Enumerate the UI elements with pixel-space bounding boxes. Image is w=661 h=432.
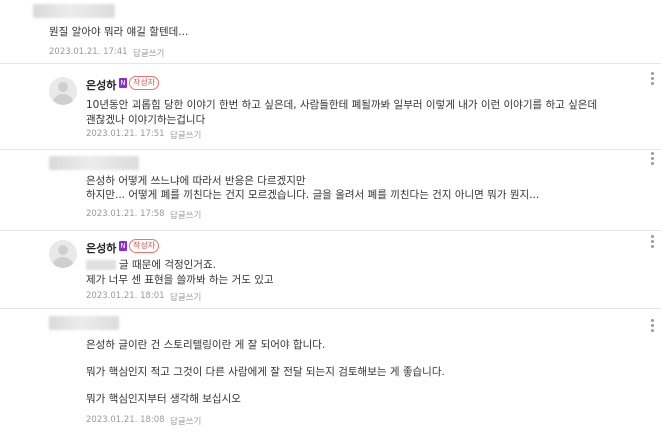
comment-text: 제가 너무 센 표현을 쓸까봐 하는 거도 있고 — [86, 274, 274, 286]
reply-button[interactable]: 답글쓰기 — [170, 209, 201, 221]
comment-text: 뭔질 알아야 뭐라 얘길 할텐데... — [49, 26, 189, 38]
comment-text: 뭐가 핵심인지 적고 그것이 다른 사람에게 잘 전달 되는지 검토해보는 게 … — [86, 366, 445, 378]
comment-date: 2023.01.21. 18:08 — [86, 415, 165, 425]
member-badge-icon: N — [119, 78, 127, 88]
comment-text: 뭐가 핵심인지부터 생각해 보십시오 — [86, 393, 241, 405]
comment-text: 괜찮겠나 이야기하는겁니다 — [86, 114, 206, 126]
comment-author[interactable]: 은성하 — [86, 77, 116, 93]
reply-comment-item: 은성하 N 작성자 글 때문에 걱정인거죠. 제가 너무 센 표현을 쓸까봐 하… — [0, 231, 661, 307]
reply-comment-item: 은성하 글이란 건 스토리텔링이란 게 잘 되어야 합니다. 뭐가 핵심인지 적… — [0, 309, 661, 432]
reply-comment-item: 은성하 N 작성자 10년동안 괴롭힘 당한 이야기 한번 하고 싶은데, 사람… — [0, 64, 661, 148]
comment-date: 2023.01.21. 17:51 — [86, 129, 165, 139]
blurred-author-name — [33, 4, 115, 18]
reply-button[interactable]: 답글쓰기 — [133, 47, 164, 59]
comment-text: 글 때문에 걱정인거죠. — [86, 257, 216, 272]
blurred-mention — [86, 260, 116, 270]
reply-button[interactable]: 답글쓰기 — [170, 291, 201, 303]
avatar[interactable] — [49, 240, 77, 268]
writer-badge: 작성자 — [129, 76, 160, 90]
comment-item: 뭔질 알아야 뭐라 얘길 할텐데... 2023.01.21. 17:41 답글… — [0, 0, 661, 60]
comment-text: 10년동안 괴롭힘 당한 이야기 한번 하고 싶은데, 사람들한테 폐될까봐 일… — [86, 99, 598, 111]
comment-date: 2023.01.21. 17:41 — [49, 47, 128, 57]
avatar[interactable] — [49, 77, 77, 105]
comment-text-line: 글 때문에 걱정인거죠. — [119, 259, 216, 271]
comment-date: 2023.01.21. 18:01 — [86, 291, 165, 301]
comment-text: 은성하 어떻게 쓰느냐에 따라서 반응은 다르겠지만 — [86, 175, 306, 187]
more-options-icon[interactable] — [651, 235, 654, 250]
writer-badge: 작성자 — [129, 239, 160, 253]
blurred-author-name — [49, 156, 139, 170]
comment-text: 하지만... 어떻게 폐를 끼친다는 건지 모르겠습니다. 글을 올려서 폐를 … — [86, 189, 540, 201]
reply-comment-item: 은성하 어떻게 쓰느냐에 따라서 반응은 다르겠지만 하지만... 어떻게 폐를… — [0, 150, 661, 230]
more-options-icon[interactable] — [651, 152, 654, 167]
reply-button[interactable]: 답글쓰기 — [170, 129, 201, 141]
more-options-icon[interactable] — [651, 319, 654, 334]
comment-author[interactable]: 은성하 — [86, 240, 116, 256]
reply-button[interactable]: 답글쓰기 — [170, 415, 201, 427]
more-options-icon[interactable] — [651, 72, 654, 87]
comment-text: 은성하 글이란 건 스토리텔링이란 게 잘 되어야 합니다. — [86, 339, 326, 351]
comment-date: 2023.01.21. 17:58 — [86, 209, 165, 219]
blurred-author-name — [49, 316, 119, 330]
member-badge-icon: N — [119, 241, 127, 251]
